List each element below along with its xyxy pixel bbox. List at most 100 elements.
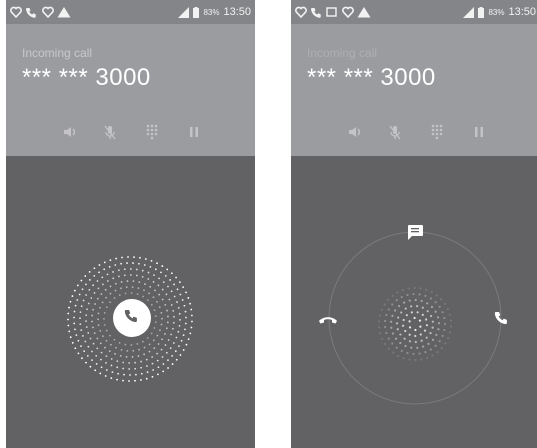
ripple-dot (151, 356, 154, 358)
ripple-dot (122, 367, 125, 370)
glow-dot (391, 294, 394, 297)
reply-with-message-button[interactable] (405, 223, 425, 241)
ripple-dot (178, 312, 181, 315)
ripple-dot (161, 338, 164, 341)
glow-dot (419, 287, 422, 290)
ripple-dot (162, 281, 165, 284)
ripple-dot (109, 301, 112, 304)
ripple-dot (128, 362, 131, 364)
ripple-dot (162, 370, 165, 373)
ripple-dot (96, 297, 99, 300)
speaker-button[interactable] (343, 120, 367, 144)
ripple-dot (105, 339, 108, 342)
ripple-dot (80, 329, 83, 332)
ripple-dot (90, 297, 93, 299)
ripple-dot (99, 306, 101, 309)
glow-dot (410, 311, 413, 314)
incoming-call-screen-1: 83% 13:50 Incoming call *** *** 3000 (6, 0, 255, 448)
glow-dot (425, 324, 429, 327)
hold-button[interactable] (467, 120, 491, 144)
glow-dot (404, 344, 407, 348)
dialpad-button[interactable] (140, 120, 164, 144)
ripple-dot (175, 276, 177, 279)
ripple-dot (109, 285, 112, 288)
ripple-dot (73, 316, 75, 319)
ripple-dot (184, 322, 187, 325)
ripple-dot (74, 328, 76, 331)
ripple-dot (190, 326, 193, 329)
battery-percent: 83% (203, 7, 220, 17)
ripple-dot (104, 288, 107, 291)
status-time: 13:50 (223, 6, 251, 18)
ripple-dot (161, 317, 163, 320)
glow-dot (431, 320, 434, 323)
glow-dot (402, 324, 405, 327)
ripple-dot (123, 274, 126, 277)
glow-dot (429, 348, 432, 351)
glow-dot (447, 336, 450, 340)
ripple-dot (185, 316, 187, 319)
ripple-dot (160, 323, 163, 326)
answer-glow-area (291, 156, 537, 448)
speaker-button[interactable] (58, 120, 82, 144)
ripple-dot (170, 290, 173, 293)
ripple-dot (180, 339, 183, 342)
ripple-dot (181, 299, 184, 301)
ripple-dot (91, 320, 93, 323)
ripple-dot (154, 315, 157, 317)
ripple-dot (87, 332, 90, 334)
ripple-dot (175, 336, 178, 339)
ripple-dot (160, 271, 162, 274)
ripple-dot (169, 347, 172, 349)
status-bar: 83% 13:50 (6, 0, 255, 24)
ripple-dot (91, 350, 93, 353)
glow-dot (420, 299, 423, 303)
ripple-dot (99, 342, 102, 345)
dialpad-button[interactable] (425, 120, 449, 144)
ripple-dot (129, 374, 131, 376)
ripple-dot (136, 343, 139, 345)
ripple-dot (115, 257, 118, 260)
glow-dot (420, 339, 423, 342)
ripple-dot (170, 333, 173, 336)
ripple-dot (123, 268, 126, 271)
ripple-dot (71, 341, 74, 344)
ripple-dot (97, 324, 100, 327)
glow-dot (410, 305, 413, 308)
decline-call-button[interactable] (317, 309, 339, 331)
glow-dot (405, 314, 408, 317)
ripple-dot (82, 335, 84, 337)
ripple-dot (103, 323, 106, 326)
ripple-dot (98, 271, 100, 274)
ripple-dot (135, 274, 138, 277)
ripple-dot (105, 369, 108, 371)
ripple-dot (152, 339, 155, 342)
ripple-dot (146, 371, 149, 374)
ripple-dot (104, 375, 107, 377)
status-notification-icons (10, 6, 71, 19)
glow-dot (434, 344, 437, 347)
glow-dot (419, 325, 422, 328)
glow-dot (413, 316, 416, 320)
glow-dot (391, 314, 394, 317)
answer-handle-button[interactable] (113, 299, 151, 337)
mute-button[interactable] (383, 120, 407, 144)
glow-dot (384, 319, 387, 323)
ripple-dot (76, 299, 79, 301)
glow-dot (413, 286, 416, 290)
ripple-dot (120, 262, 123, 265)
ripple-dot (112, 271, 114, 273)
ripple-dot (174, 350, 177, 353)
ripple-dot (120, 287, 122, 290)
ripple-dot (134, 379, 136, 382)
glow-dot (443, 328, 446, 332)
ripple-dot (158, 306, 161, 309)
answer-call-button[interactable] (491, 309, 513, 331)
hold-button[interactable] (182, 120, 206, 144)
image-icon (326, 7, 337, 17)
ripple-dot (141, 269, 144, 272)
ripple-dot (93, 332, 96, 335)
ripple-dot (172, 321, 175, 324)
mute-button[interactable] (98, 120, 122, 144)
ripple-dot (154, 321, 157, 324)
